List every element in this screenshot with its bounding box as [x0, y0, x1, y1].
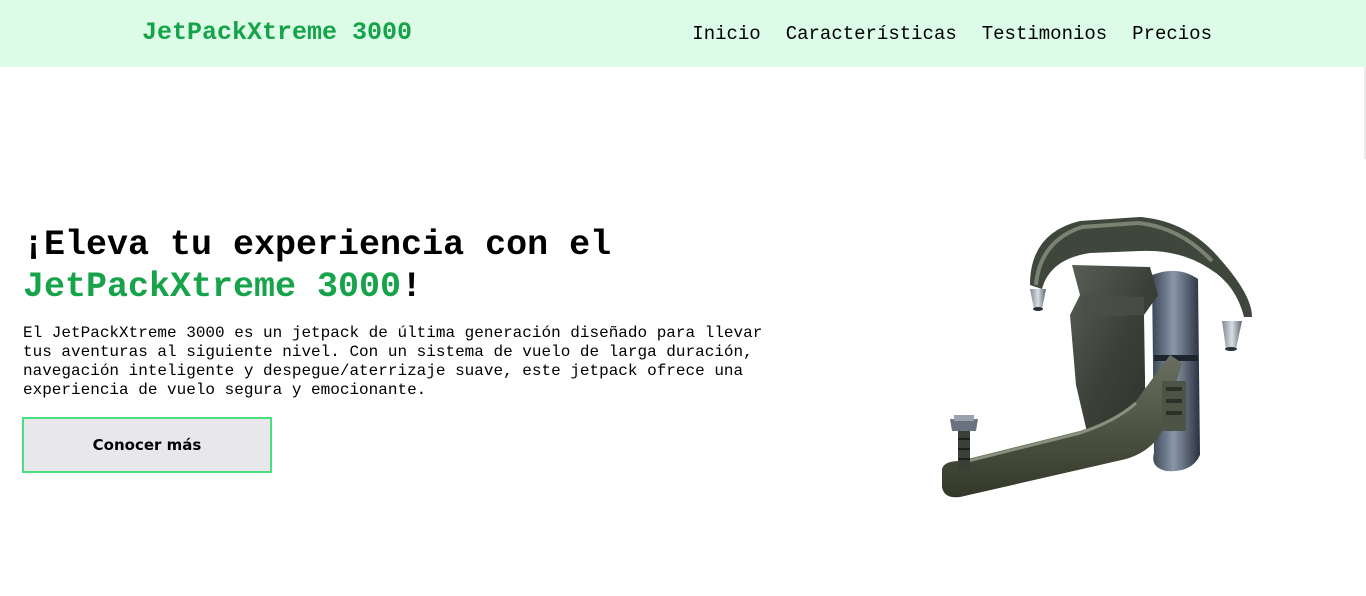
nav-link-testimonios[interactable]: Testimonios: [982, 22, 1107, 46]
nav-links: Inicio Características Testimonios Preci…: [692, 22, 1212, 46]
brand-logo[interactable]: JetPackXtreme 3000: [142, 17, 412, 49]
hero-title-suffix: !: [401, 267, 423, 307]
nav-link-inicio[interactable]: Inicio: [692, 22, 760, 46]
hero-title-accent: JetPackXtreme 3000: [23, 267, 402, 307]
nav-link-caracteristicas[interactable]: Características: [786, 22, 957, 46]
nav-link-precios[interactable]: Precios: [1132, 22, 1212, 46]
hero-title: ¡Eleva tu experiencia con el JetPackXtre…: [23, 224, 783, 308]
jetpack-image: [942, 217, 1252, 498]
hero-title-prefix: ¡Eleva tu experiencia con el: [23, 225, 612, 265]
navbar: JetPackXtreme 3000 Inicio Característica…: [0, 0, 1366, 67]
hero-description: El JetPackXtreme 3000 es un jetpack de ú…: [23, 324, 763, 399]
learn-more-button[interactable]: Conocer más: [22, 417, 272, 473]
